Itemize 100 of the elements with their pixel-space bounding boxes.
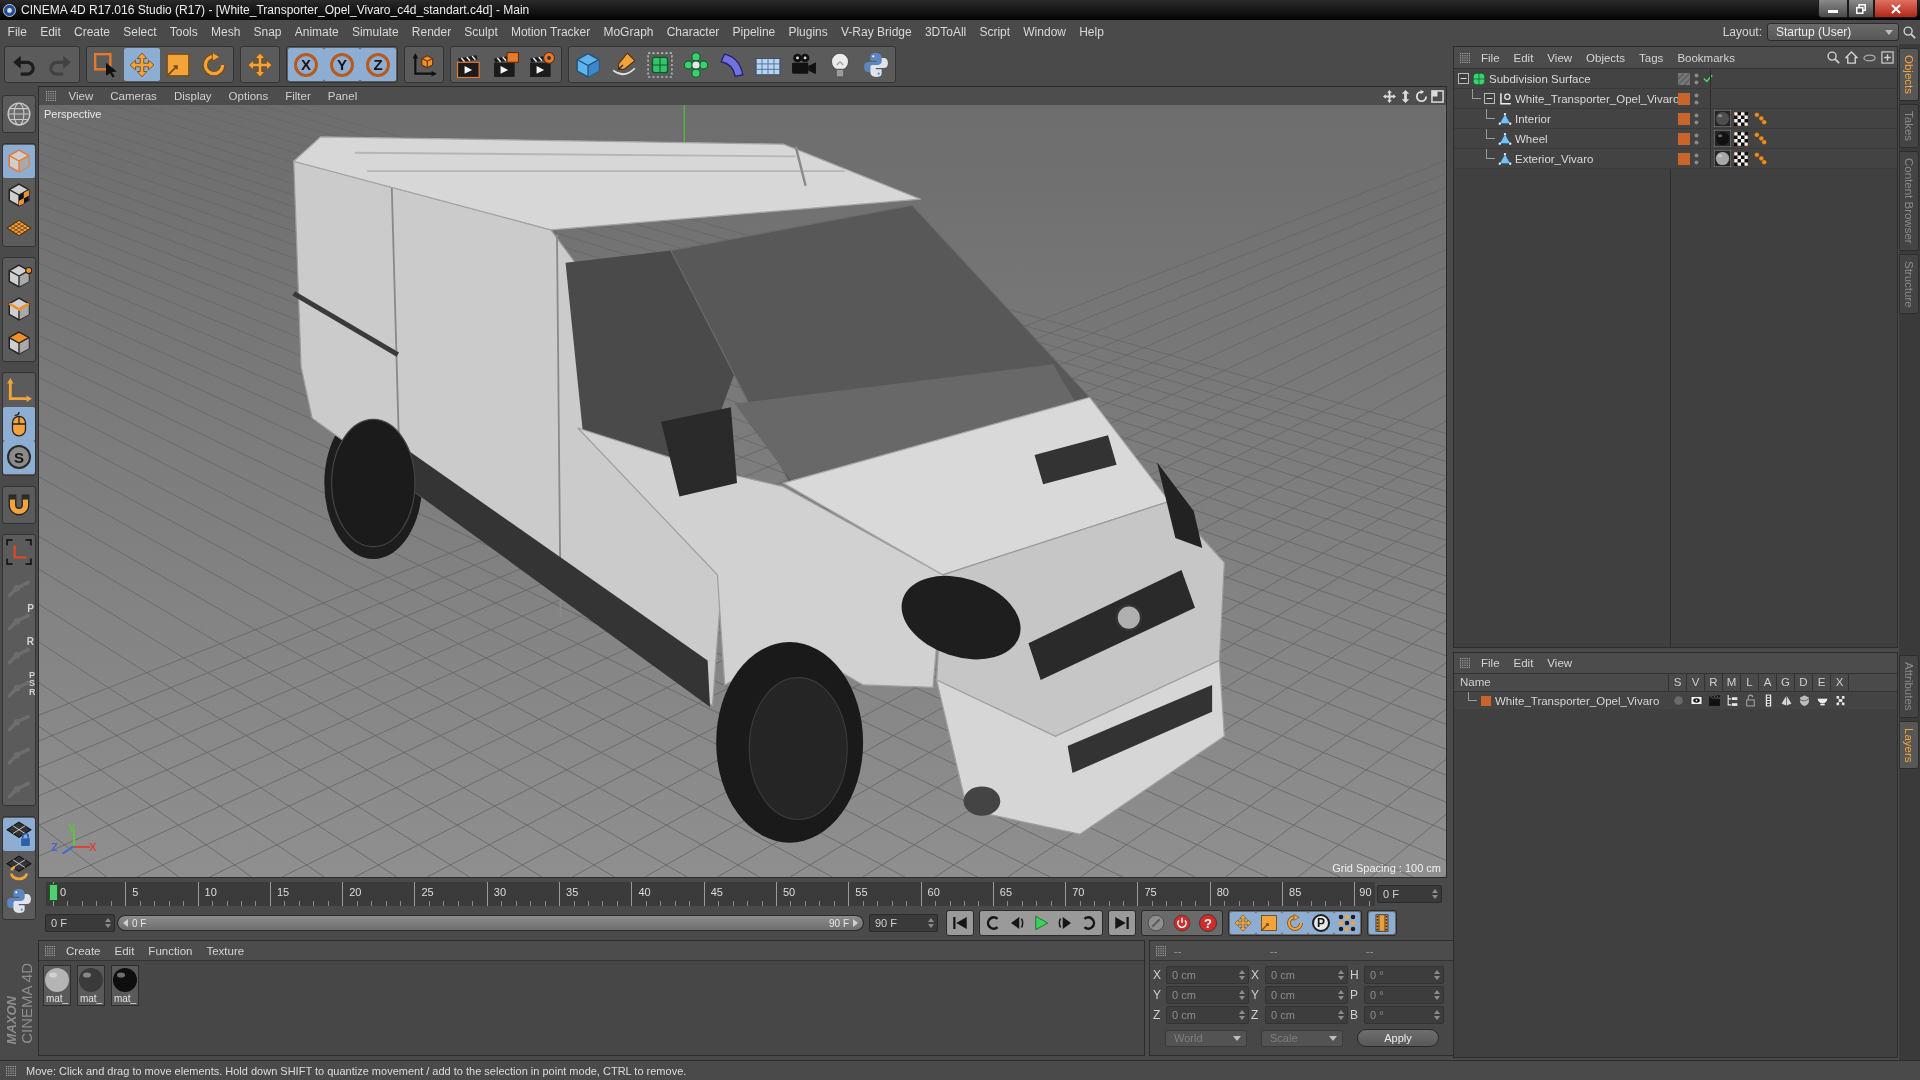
spinner-arrows-icon[interactable] <box>1239 970 1245 980</box>
right-arrow-icon[interactable] <box>853 919 858 927</box>
panel-grip-icon[interactable] <box>6 1065 16 1076</box>
spinner-arrows-icon[interactable] <box>1434 990 1440 1000</box>
layer-color-swatch[interactable] <box>1678 132 1690 145</box>
menu-item[interactable]: Edit <box>1506 51 1541 64</box>
menu-item[interactable]: Help <box>1072 25 1111 39</box>
menu-item[interactable]: Tags <box>1632 51 1671 64</box>
three-dots-icon[interactable] <box>1754 132 1767 145</box>
panel-grip-icon[interactable] <box>1460 52 1470 63</box>
four-arrows-icon[interactable] <box>1383 89 1396 103</box>
menu-item[interactable]: 3DToAll <box>918 25 973 39</box>
collapse-icon[interactable] <box>1484 93 1495 104</box>
size-field[interactable]: 0 cm <box>1265 966 1348 984</box>
object-row[interactable]: Exterior_Vivaro <box>1454 149 1897 169</box>
column-header[interactable]: A <box>1759 674 1777 691</box>
size-field[interactable]: 0 cm <box>1265 986 1348 1004</box>
layer-color-swatch[interactable] <box>1678 152 1690 165</box>
minimize-button[interactable] <box>1818 0 1848 18</box>
object-row[interactable]: Subdivision Surface <box>1454 69 1897 89</box>
collapse-icon[interactable] <box>1458 73 1469 84</box>
position-field[interactable]: 0 cm <box>1166 986 1249 1004</box>
visibility-dots-icon[interactable] <box>1694 132 1699 145</box>
material-tag-icon[interactable] <box>1714 150 1731 167</box>
no-layer-icon[interactable] <box>1678 72 1690 85</box>
menu-item[interactable]: Texture <box>199 944 252 957</box>
object-row[interactable]: Wheel <box>1454 129 1897 149</box>
menu-item[interactable]: Edit <box>33 25 68 39</box>
menu-item[interactable]: Window <box>1016 25 1073 39</box>
menu-item[interactable]: Plugins <box>781 25 835 39</box>
menu-item[interactable]: Script <box>972 25 1017 39</box>
menu-item[interactable]: Edit <box>1506 657 1541 669</box>
cross-icon[interactable] <box>1833 694 1847 707</box>
timeline-ruler[interactable]: 0 5 10 15 20 25 30 35 40 45 50 55 60 65 70 75 80 85 90 <box>46 882 1375 906</box>
layer-color-swatch[interactable] <box>1481 695 1491 706</box>
axis-lock-button[interactable]: Z <box>360 48 396 81</box>
side-tab[interactable]: Layers <box>1899 720 1919 770</box>
menu-item[interactable]: Select <box>116 25 164 39</box>
rotation-field[interactable]: 0 ° <box>1364 1006 1444 1024</box>
pyramid-icon[interactable] <box>1779 694 1793 707</box>
position-field[interactable]: 0 cm <box>1166 966 1249 984</box>
check-icon[interactable] <box>1703 74 1713 83</box>
menu-item[interactable]: Simulate <box>345 25 406 39</box>
lock-icon[interactable] <box>1743 694 1757 707</box>
end-frame-field[interactable]: 90 F <box>869 914 938 932</box>
panel-frame-icon[interactable] <box>1431 89 1444 103</box>
plus-box-icon[interactable] <box>1881 51 1894 64</box>
menu-item[interactable]: Pipeline <box>725 25 782 39</box>
column-header[interactable]: G <box>1777 674 1795 691</box>
spinner-arrows-icon[interactable] <box>1239 990 1245 1000</box>
material-item[interactable]: mat_ <box>43 965 71 1006</box>
hierarchy-icon[interactable] <box>1725 694 1739 707</box>
current-frame-field[interactable]: 0 F <box>1377 885 1442 903</box>
column-header[interactable]: V <box>1687 674 1705 691</box>
menu-item[interactable]: View <box>1540 657 1580 669</box>
menu-item[interactable]: Options <box>220 90 277 102</box>
size-field[interactable]: 0 cm <box>1265 1006 1348 1024</box>
restore-button[interactable] <box>1848 0 1874 18</box>
column-header[interactable]: D <box>1795 674 1813 691</box>
menu-item[interactable]: Render <box>405 25 458 39</box>
three-dots-icon[interactable] <box>1754 152 1767 165</box>
spinner-arrows-icon[interactable] <box>105 918 111 928</box>
layer-color-swatch[interactable] <box>1678 112 1690 125</box>
spinner-arrows-icon[interactable] <box>1432 889 1438 899</box>
menu-item[interactable]: Objects <box>1579 51 1633 64</box>
panel-grip-icon[interactable] <box>45 945 55 956</box>
menu-item[interactable]: Mesh <box>204 25 247 39</box>
home-icon[interactable] <box>1845 51 1858 64</box>
spinner-arrows-icon[interactable] <box>1239 1010 1245 1020</box>
lock-workplane-button[interactable] <box>3 817 35 851</box>
three-dots-icon[interactable] <box>1754 112 1767 125</box>
menu-item[interactable]: Panel <box>319 90 366 102</box>
point-level-button[interactable] <box>1334 912 1360 934</box>
menu-item[interactable]: Animate <box>288 25 346 39</box>
menu-item[interactable]: File <box>1474 51 1507 64</box>
left-arrow-icon[interactable] <box>123 919 128 927</box>
visibility-dots-icon[interactable] <box>1694 72 1699 85</box>
visibility-dots-icon[interactable] <box>1694 92 1699 105</box>
spinner-arrows-icon[interactable] <box>1338 1010 1344 1020</box>
side-tab[interactable]: Objects <box>1899 48 1919 101</box>
menu-item[interactable]: V-Ray Bridge <box>834 25 919 39</box>
shield-icon[interactable] <box>1797 694 1811 707</box>
column-header[interactable]: X <box>1831 674 1849 691</box>
layer-color-swatch[interactable] <box>1678 92 1690 105</box>
menu-item[interactable]: MoGraph <box>596 25 661 39</box>
axis-lock-button[interactable]: Y <box>324 48 360 81</box>
menu-item[interactable]: View <box>1540 51 1580 64</box>
parameter-key-button[interactable]: P <box>1308 912 1334 934</box>
panel-grip-icon[interactable] <box>1156 945 1166 956</box>
material-tag-icon[interactable] <box>1714 110 1731 127</box>
spinner-arrows-icon[interactable] <box>1434 970 1440 980</box>
rotation-field[interactable]: 0 ° <box>1364 986 1444 1004</box>
spinner-arrows-icon[interactable] <box>928 918 934 928</box>
playhead-marker[interactable] <box>48 884 58 901</box>
menu-item[interactable]: Function <box>141 944 200 957</box>
eye-icon[interactable] <box>1689 694 1703 707</box>
layout-dropdown[interactable]: Startup (User) <box>1767 23 1899 41</box>
axis-lock-button[interactable]: X <box>288 48 324 81</box>
menu-item[interactable]: Snap <box>246 25 289 39</box>
column-header[interactable]: R <box>1705 674 1723 691</box>
